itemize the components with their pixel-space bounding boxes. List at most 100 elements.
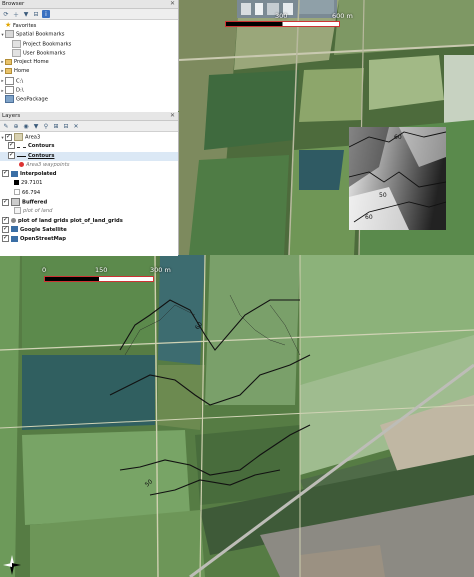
item-label: Favorites (12, 23, 37, 29)
geopackage-icon (5, 95, 14, 104)
browser-panel: Browser ✕ ⟳ ＋ ▼ ⊟ i ★ Favorites ▾ Spatial… (0, 0, 179, 112)
layer-label: Area3 (25, 134, 41, 141)
bottom-scale-right: 300 m (150, 266, 171, 274)
add-group-icon[interactable]: ⊕ (12, 122, 20, 130)
top-scale-bar (225, 21, 340, 27)
scale-bar-graphic (225, 21, 340, 27)
info-icon[interactable]: i (42, 10, 50, 18)
browser-item-home[interactable]: ▸ Home (0, 67, 178, 76)
raster-icon (11, 170, 18, 177)
item-label: User Bookmarks (23, 50, 66, 57)
black-swatch-icon (14, 180, 19, 186)
layer-label: Interpolated (20, 171, 57, 178)
browser-item-spatial-bookmarks[interactable]: ▾ Spatial Bookmarks (0, 30, 178, 39)
visibility-checkbox[interactable] (8, 150, 15, 159)
item-label: GeoPackage (16, 96, 48, 103)
map-canvas-bottom[interactable]: 60 50 (0, 255, 474, 577)
polygon-icon (11, 198, 20, 207)
item-label: D:\ (16, 87, 24, 94)
visibility-checkbox[interactable] (2, 233, 9, 243)
filter-legend-icon[interactable]: ⚲ (42, 122, 50, 130)
browser-item-project-home[interactable]: ▸ Project Home (0, 58, 178, 67)
filter-icon[interactable]: ▼ (22, 10, 30, 18)
visibility-checkbox[interactable] (2, 215, 9, 224)
browser-toolbar: ⟳ ＋ ▼ ⊟ i (0, 9, 178, 20)
layer-google-satellite[interactable]: Google Satellite (0, 224, 178, 235)
layers-panel-title: Layers ✕ (0, 112, 178, 121)
bookmark-icon (5, 30, 14, 39)
bottom-scale-zero: 0 (42, 266, 47, 274)
layer-plot-grids[interactable]: plot of land grids plot_of_land_grids (0, 215, 178, 226)
collapse-all-icon[interactable]: ⊟ (62, 122, 70, 130)
layers-tree: ▾Area3 Contours Contours Area3 waypoints… (0, 132, 178, 256)
bookmark-icon (12, 39, 21, 48)
visibility-checkbox[interactable] (2, 197, 9, 206)
bottom-scale-mid: 150 (95, 266, 108, 274)
group-icon (14, 133, 23, 141)
interpolated-raster-preview: 60 50 60 (349, 127, 446, 230)
north-arrow-icon (3, 555, 21, 575)
drive-icon (5, 86, 14, 95)
visibility-icon[interactable]: ◉ (22, 122, 30, 130)
add-icon[interactable]: ＋ (12, 10, 20, 19)
visibility-checkbox[interactable] (2, 168, 9, 177)
raster-icon (11, 235, 18, 242)
raster-icon (11, 226, 18, 233)
item-label: Spatial Bookmarks (16, 31, 65, 38)
layer-style-icon[interactable]: ✎ (2, 122, 10, 130)
layer-contours-dashed[interactable]: Contours (0, 140, 178, 151)
layer-openstreetmap[interactable]: OpenStreetMap (0, 233, 178, 244)
legend-min-text: 66.794 (22, 189, 41, 196)
remove-layer-icon[interactable]: ✕ (72, 122, 80, 130)
close-icon[interactable]: ✕ (170, 0, 175, 8)
item-label: Project Home (14, 59, 49, 66)
layer-interpolated[interactable]: Interpolated (0, 168, 178, 179)
svg-text:60: 60 (365, 214, 373, 221)
item-label: Project Bookmarks (23, 41, 72, 48)
browser-item-d-drive[interactable]: ▸ D:\ (0, 86, 178, 95)
legend-max-text: 29.7101 (21, 180, 43, 187)
svg-text:60: 60 (394, 134, 402, 141)
browser-panel-title: Browser ✕ (0, 0, 178, 9)
browser-item-project-bookmarks[interactable]: Project Bookmarks (0, 39, 178, 49)
layer-waypoints[interactable]: Area3 waypoints (0, 161, 178, 170)
legend-min-value: 66.794 (0, 189, 178, 198)
browser-item-c-drive[interactable]: ▸ C:\ (0, 76, 178, 86)
layer-label: Contours (28, 143, 55, 150)
visibility-checkbox[interactable] (8, 140, 15, 150)
layer-sublabel: plot of land (23, 208, 53, 215)
browser-item-geopackage[interactable]: GeoPackage (0, 95, 178, 104)
layers-panel: Layers ✕ ✎ ⊕ ◉ ▼ ⚲ ⊞ ⊟ ✕ ▾Area3 Contours… (0, 112, 179, 256)
layer-contours-bold[interactable]: Contours (0, 150, 178, 161)
layer-label: Contours (28, 152, 55, 159)
layers-toolbar: ✎ ⊕ ◉ ▼ ⚲ ⊞ ⊟ ✕ (0, 121, 178, 132)
visibility-checkbox[interactable] (2, 224, 9, 233)
browser-item-user-bookmarks[interactable]: User Bookmarks (0, 48, 178, 58)
grey-point-icon (11, 217, 16, 223)
layer-buffered-sub: plot of land (0, 207, 178, 216)
item-label: C:\ (16, 78, 24, 85)
refresh-icon[interactable]: ⟳ (2, 10, 10, 18)
browser-tree: ★ Favorites ▾ Spatial Bookmarks Project B… (0, 20, 178, 112)
collapse-icon[interactable]: ⊟ (32, 10, 40, 18)
bottom-scale-bar (44, 276, 154, 282)
browser-item-favorites[interactable]: ★ Favorites (0, 21, 178, 30)
layers-title-text: Layers (2, 113, 21, 119)
expand-all-icon[interactable]: ⊞ (52, 122, 60, 130)
dashed-line-icon (17, 146, 26, 148)
folder-icon (5, 67, 12, 74)
layer-label: Google Satellite (20, 226, 67, 233)
scale-bar-graphic (44, 276, 154, 282)
folder-icon (5, 58, 12, 65)
svg-text:50: 50 (379, 192, 387, 199)
layer-label: plot of land grids plot_of_land_grids (18, 217, 123, 224)
top-scale-mid-label: 300 (275, 12, 288, 20)
item-label: Home (14, 68, 30, 75)
close-icon[interactable]: ✕ (170, 112, 175, 120)
filter-icon[interactable]: ▼ (32, 122, 40, 130)
star-icon: ★ (5, 21, 12, 29)
layer-buffered[interactable]: Buffered (0, 197, 178, 207)
browser-title-text: Browser (2, 1, 25, 7)
red-point-icon (19, 161, 24, 167)
layer-group-area3[interactable]: ▾Area3 (0, 132, 178, 142)
